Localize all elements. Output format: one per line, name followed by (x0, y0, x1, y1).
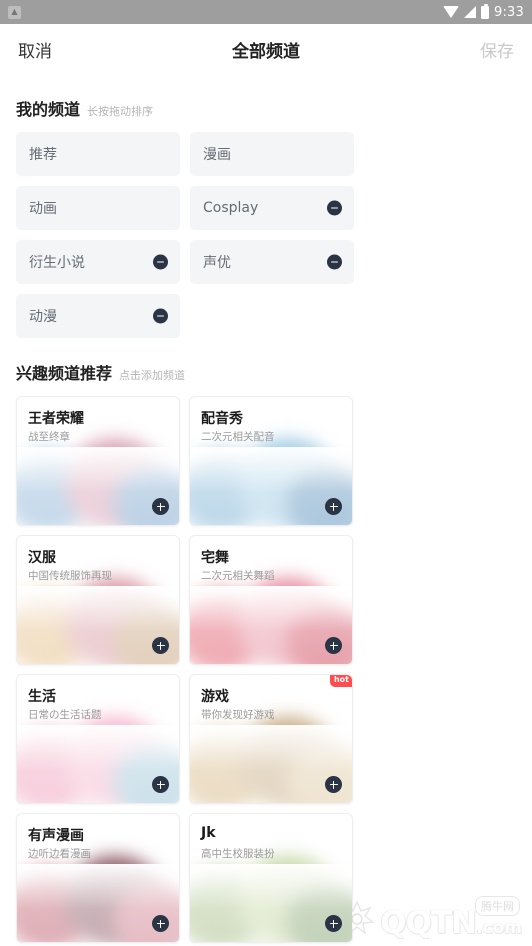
card-artwork-shape (113, 465, 179, 525)
card-title: 配音秀 (201, 411, 243, 427)
recommend-header: 兴趣频道推荐 点击添加频道 (16, 360, 516, 384)
card-title: 王者荣耀 (28, 411, 84, 427)
card-subtitle: 高中生校服装扮 (201, 848, 275, 860)
add-channel-icon[interactable] (325, 498, 342, 515)
add-channel-icon[interactable] (152, 637, 169, 654)
status-bar-left: ▲ (8, 5, 443, 19)
add-channel-icon[interactable] (325, 637, 342, 654)
card-artwork-shape (238, 856, 338, 942)
card-artwork-shape (238, 439, 338, 525)
card-artwork-shape (17, 870, 93, 942)
channel-chip-label: 声优 (203, 255, 231, 271)
card-subtitle: 战至终章 (28, 431, 70, 443)
wifi-icon (443, 6, 459, 18)
card-subtitle: 日常の生活话题 (28, 709, 102, 721)
status-bar: ▲ 9:33 (0, 0, 532, 24)
card-artwork-shape (286, 882, 352, 942)
hot-badge: hot (329, 675, 352, 687)
my-channels-grid: 推荐 漫画动画 Cosplay 衍生小说 声优动漫 (16, 132, 516, 338)
card-artwork-shape (17, 592, 93, 664)
recommend-card[interactable]: 配音秀二次元相关配音 (189, 396, 353, 526)
card-artwork-shape (190, 870, 266, 942)
add-channel-icon[interactable] (325, 915, 342, 932)
card-artwork-shape (17, 731, 93, 803)
channel-chip[interactable]: 漫画 (190, 132, 354, 176)
card-artwork-shape (190, 592, 266, 664)
card-title: 汉服 (28, 550, 56, 566)
card-subtitle: 中国传统服饰再现 (28, 570, 112, 582)
channel-chip[interactable]: 声优 (190, 240, 354, 284)
card-artwork-shape (286, 465, 352, 525)
remove-channel-icon[interactable] (327, 200, 342, 216)
card-artwork-shape (65, 856, 165, 942)
card-title: 宅舞 (201, 550, 229, 566)
add-channel-icon[interactable] (152, 776, 169, 793)
card-artwork-shape (238, 578, 338, 664)
card-artwork-shape (190, 731, 266, 803)
recommend-hint: 点击添加频道 (119, 369, 186, 382)
card-subtitle: 二次元相关配音 (201, 431, 275, 443)
status-bar-clock: 9:33 (494, 4, 524, 20)
status-bar-right: 9:33 (443, 3, 524, 20)
channel-chip-label: 衍生小说 (29, 255, 85, 271)
card-artwork-shape (113, 743, 179, 803)
recommend-card[interactable]: 生活 日常の生活话题 (16, 674, 180, 804)
channel-chip[interactable]: Cosplay (190, 186, 354, 230)
card-artwork-shape (190, 453, 266, 525)
channel-chip-label: 推荐 (29, 147, 57, 163)
card-subtitle: 二次元相关舞蹈 (201, 570, 275, 582)
card-subtitle: 带你发现好游戏 (201, 709, 275, 721)
card-subtitle: 边听边看漫画 (28, 848, 91, 860)
save-button[interactable]: 保存 (480, 37, 514, 62)
recommend-card[interactable]: 游戏带你发现好游戏 hot (189, 674, 353, 804)
card-artwork-shape (17, 453, 93, 525)
card-artwork-shape (113, 604, 179, 664)
remove-channel-icon[interactable] (153, 308, 168, 324)
card-artwork-shape (65, 578, 165, 664)
card-title: Jk (201, 825, 216, 841)
remove-channel-icon[interactable] (327, 254, 342, 270)
battery-icon (481, 3, 489, 19)
channel-chip-label: 动漫 (29, 309, 57, 325)
add-channel-icon[interactable] (325, 776, 342, 793)
my-channels-hint: 长按拖动排序 (87, 105, 154, 118)
channel-chip[interactable]: 衍生小说 (16, 240, 180, 284)
recommend-card[interactable]: 有声漫画边听边看漫画 (16, 813, 180, 943)
card-title: 有声漫画 (28, 828, 84, 844)
recommend-card[interactable]: 宅舞 二次元相关舞蹈 (189, 535, 353, 665)
cellular-signal-icon (464, 6, 476, 18)
channel-chip[interactable]: 动漫 (16, 294, 180, 338)
channel-chip-label: 漫画 (203, 147, 231, 163)
recommend-card[interactable]: 王者荣耀 战至终章 (16, 396, 180, 526)
card-artwork-shape (65, 439, 165, 525)
page-title: 全部频道 (232, 41, 300, 62)
channel-chip[interactable]: 推荐 (16, 132, 180, 176)
page-content: 我的频道 长按拖动排序 推荐 漫画动画 Cosplay 衍生小说 声优动漫 兴趣频道推荐… (0, 96, 532, 946)
cancel-button[interactable]: 取消 (18, 37, 52, 62)
app-bar: 取消 全部频道 保存 (0, 24, 532, 74)
add-channel-icon[interactable] (152, 498, 169, 515)
recommend-card[interactable]: Jk 高中生校服装扮 (189, 813, 353, 943)
app-notification-icon: ▲ (8, 5, 21, 19)
card-artwork-shape (286, 604, 352, 664)
remove-channel-icon[interactable] (153, 254, 168, 270)
card-title: 生活 (28, 689, 56, 705)
card-title: 游戏 (201, 689, 229, 705)
recommend-title: 兴趣频道推荐 (16, 364, 113, 383)
my-channels-title: 我的频道 (16, 100, 81, 119)
recommend-card[interactable]: 汉服中国传统服饰再现 (16, 535, 180, 665)
card-artwork-shape (113, 882, 179, 942)
channel-chip-label: 动画 (29, 201, 57, 217)
card-artwork-shape (286, 743, 352, 803)
card-artwork-shape (238, 717, 338, 803)
channel-chip[interactable]: 动画 (16, 186, 180, 230)
channel-chip-label: Cosplay (203, 200, 259, 216)
my-channels-header: 我的频道 长按拖动排序 (16, 96, 516, 120)
add-channel-icon[interactable] (152, 915, 169, 932)
card-artwork-shape (65, 717, 165, 803)
recommend-grid: 王者荣耀 战至终章 配音秀 二次元相关配音 汉服 中国传统服饰再现 宅舞 二次元相关舞蹈 生活日… (16, 396, 516, 946)
